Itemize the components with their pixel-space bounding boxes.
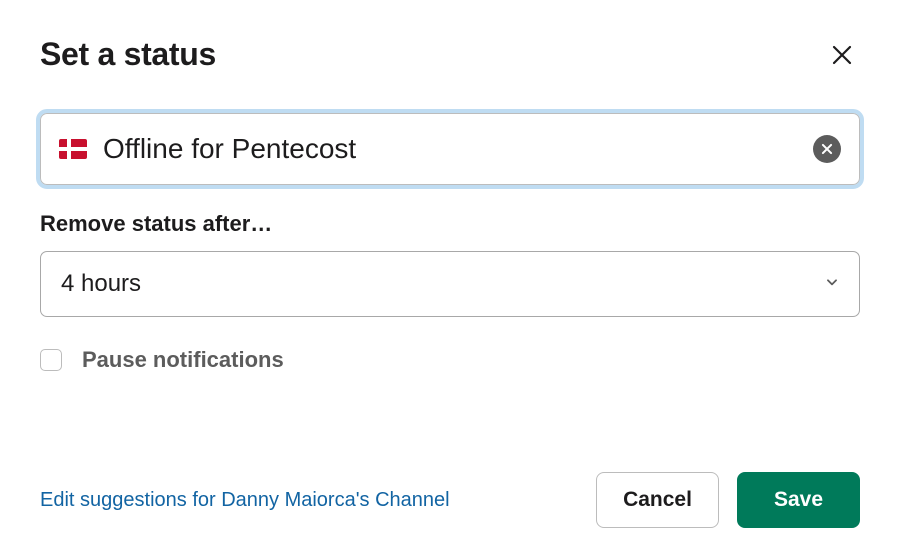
dialog-footer: Edit suggestions for Danny Maiorca's Cha… xyxy=(40,472,860,528)
flag-denmark-icon xyxy=(59,139,87,159)
remove-after-label: Remove status after… xyxy=(40,211,860,237)
button-group: Cancel Save xyxy=(596,472,860,528)
save-button[interactable]: Save xyxy=(737,472,860,528)
pause-notifications-checkbox[interactable] xyxy=(40,349,62,371)
status-text-input[interactable] xyxy=(103,133,813,165)
status-emoji-picker[interactable] xyxy=(59,139,87,159)
chevron-down-icon xyxy=(825,275,839,294)
dialog-header: Set a status xyxy=(40,36,860,73)
cancel-button[interactable]: Cancel xyxy=(596,472,719,528)
close-icon xyxy=(830,43,854,67)
close-button[interactable] xyxy=(824,37,860,73)
edit-suggestions-link[interactable]: Edit suggestions for Danny Maiorca's Cha… xyxy=(40,489,450,512)
status-input-container xyxy=(40,113,860,185)
clear-icon xyxy=(820,142,834,156)
dialog-title: Set a status xyxy=(40,36,216,73)
clear-status-button[interactable] xyxy=(813,135,841,163)
remove-after-select[interactable]: 4 hours xyxy=(40,251,860,317)
pause-notifications-row: Pause notifications xyxy=(40,347,860,373)
remove-after-value: 4 hours xyxy=(61,270,141,298)
pause-notifications-label: Pause notifications xyxy=(82,347,284,373)
